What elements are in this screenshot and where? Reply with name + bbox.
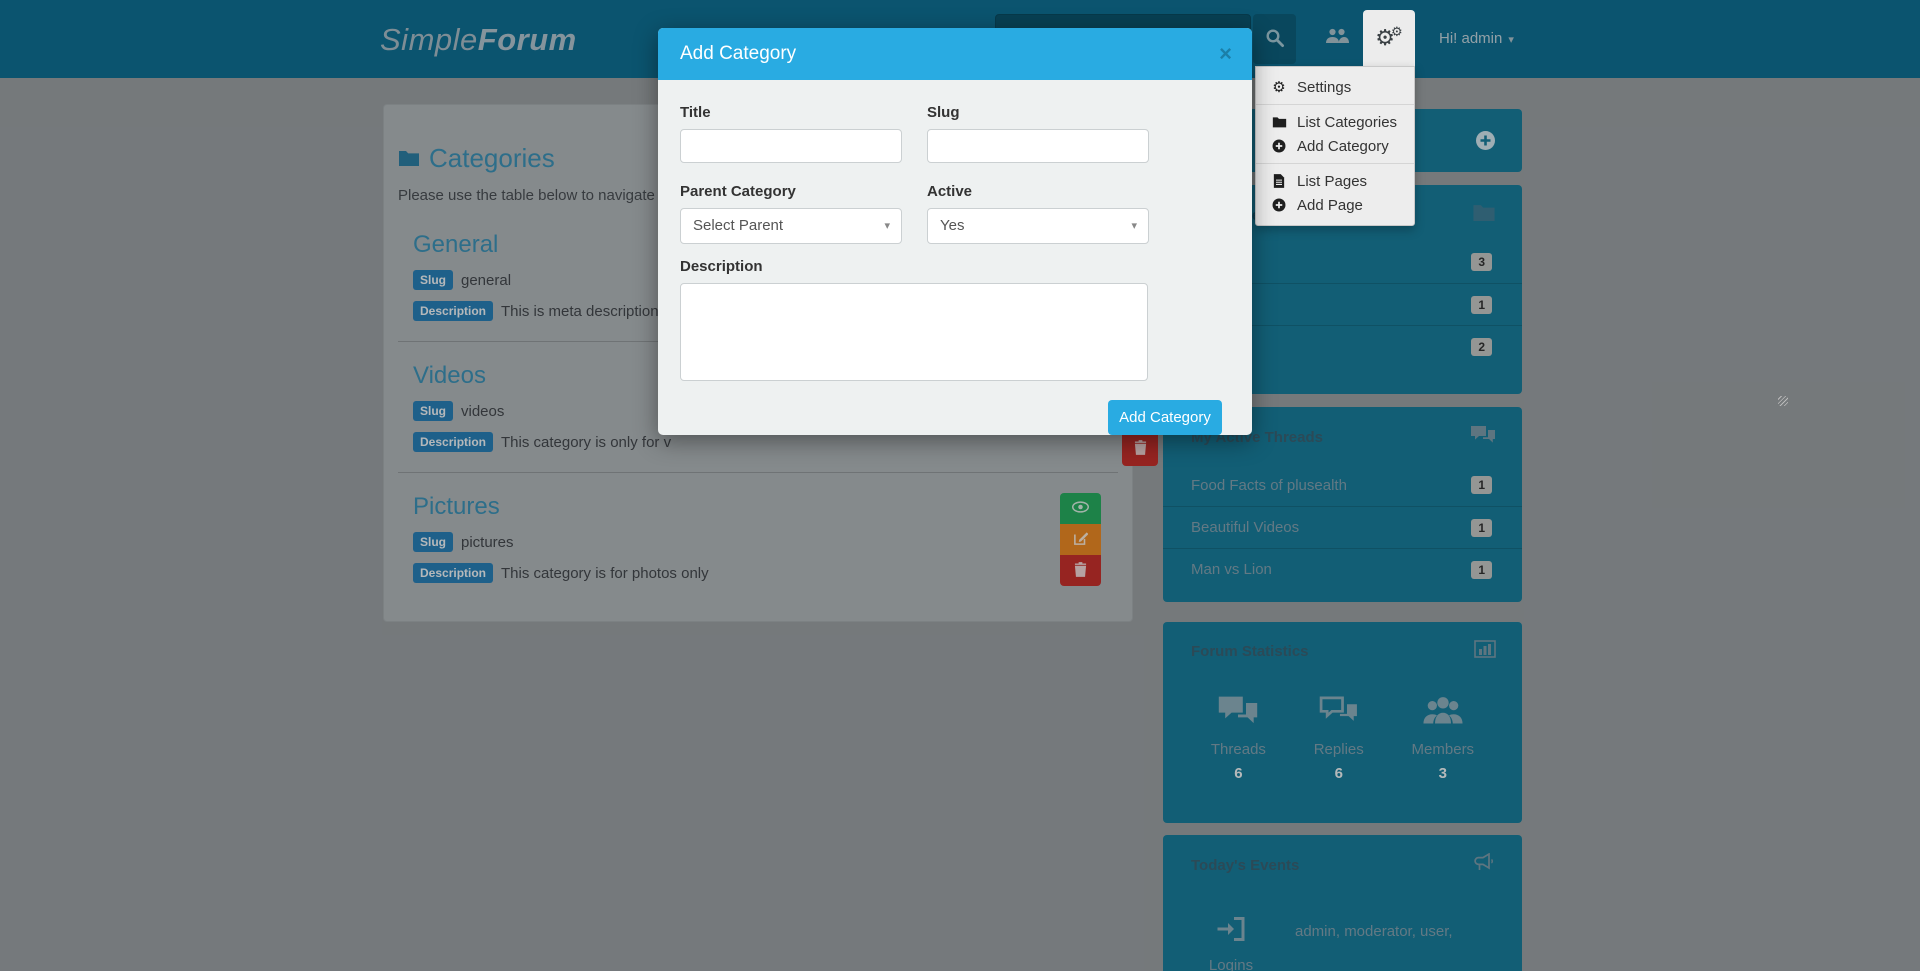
cogs-icon: ⚙ [1391, 25, 1403, 38]
settings-dropdown-menu: ⚙ Settings List Categories Add Category … [1255, 66, 1415, 226]
caret-down-icon: ▾ [884, 219, 890, 232]
menu-item-add-category[interactable]: Add Category [1256, 134, 1414, 158]
parent-category-select[interactable]: Select Parent ▾ [680, 208, 902, 244]
menu-item-label: List Pages [1297, 173, 1367, 190]
menu-item-label: Settings [1297, 79, 1351, 96]
slug-field[interactable] [927, 129, 1149, 163]
folder-icon [1270, 116, 1288, 128]
description-textarea[interactable] [680, 283, 1148, 381]
modal-header: Add Category × [658, 28, 1252, 80]
modal-footer: Add Category [658, 386, 1252, 435]
page: SimpleForum Hi! admin▾ Categories Please… [0, 0, 1920, 971]
settings-menu-button[interactable]: ⚙⚙ [1363, 10, 1415, 66]
file-text-icon [1270, 174, 1288, 188]
title-field-label: Title [680, 104, 902, 121]
menu-item-add-page[interactable]: Add Page [1256, 193, 1414, 217]
menu-item-label: List Categories [1297, 114, 1397, 131]
title-field[interactable] [680, 129, 902, 163]
menu-item-settings[interactable]: ⚙ Settings [1256, 75, 1414, 99]
active-label: Active [927, 183, 1149, 200]
modal-title: Add Category [680, 43, 796, 65]
menu-item-list-pages[interactable]: List Pages [1256, 169, 1414, 193]
plus-circle-icon [1270, 139, 1288, 153]
add-category-submit-button[interactable]: Add Category [1108, 400, 1222, 435]
caret-down-icon: ▾ [1131, 219, 1137, 232]
menu-item-list-categories[interactable]: List Categories [1256, 110, 1414, 134]
modal-body: Title Slug Parent Category Select Parent… [658, 80, 1252, 386]
selected-value: Select Parent [693, 217, 783, 234]
close-icon[interactable]: × [1219, 43, 1232, 65]
description-label: Description [680, 258, 1230, 275]
selected-value: Yes [940, 217, 964, 234]
menu-divider [1256, 163, 1414, 164]
parent-category-label: Parent Category [680, 183, 902, 200]
plus-circle-icon [1270, 198, 1288, 212]
menu-divider [1256, 104, 1414, 105]
menu-item-label: Add Page [1297, 197, 1363, 214]
slug-field-label: Slug [927, 104, 1149, 121]
add-category-modal: Add Category × Title Slug Parent Categor… [658, 28, 1252, 435]
cogs-icon: ⚙ [1270, 78, 1288, 96]
active-select[interactable]: Yes ▾ [927, 208, 1149, 244]
menu-item-label: Add Category [1297, 138, 1389, 155]
